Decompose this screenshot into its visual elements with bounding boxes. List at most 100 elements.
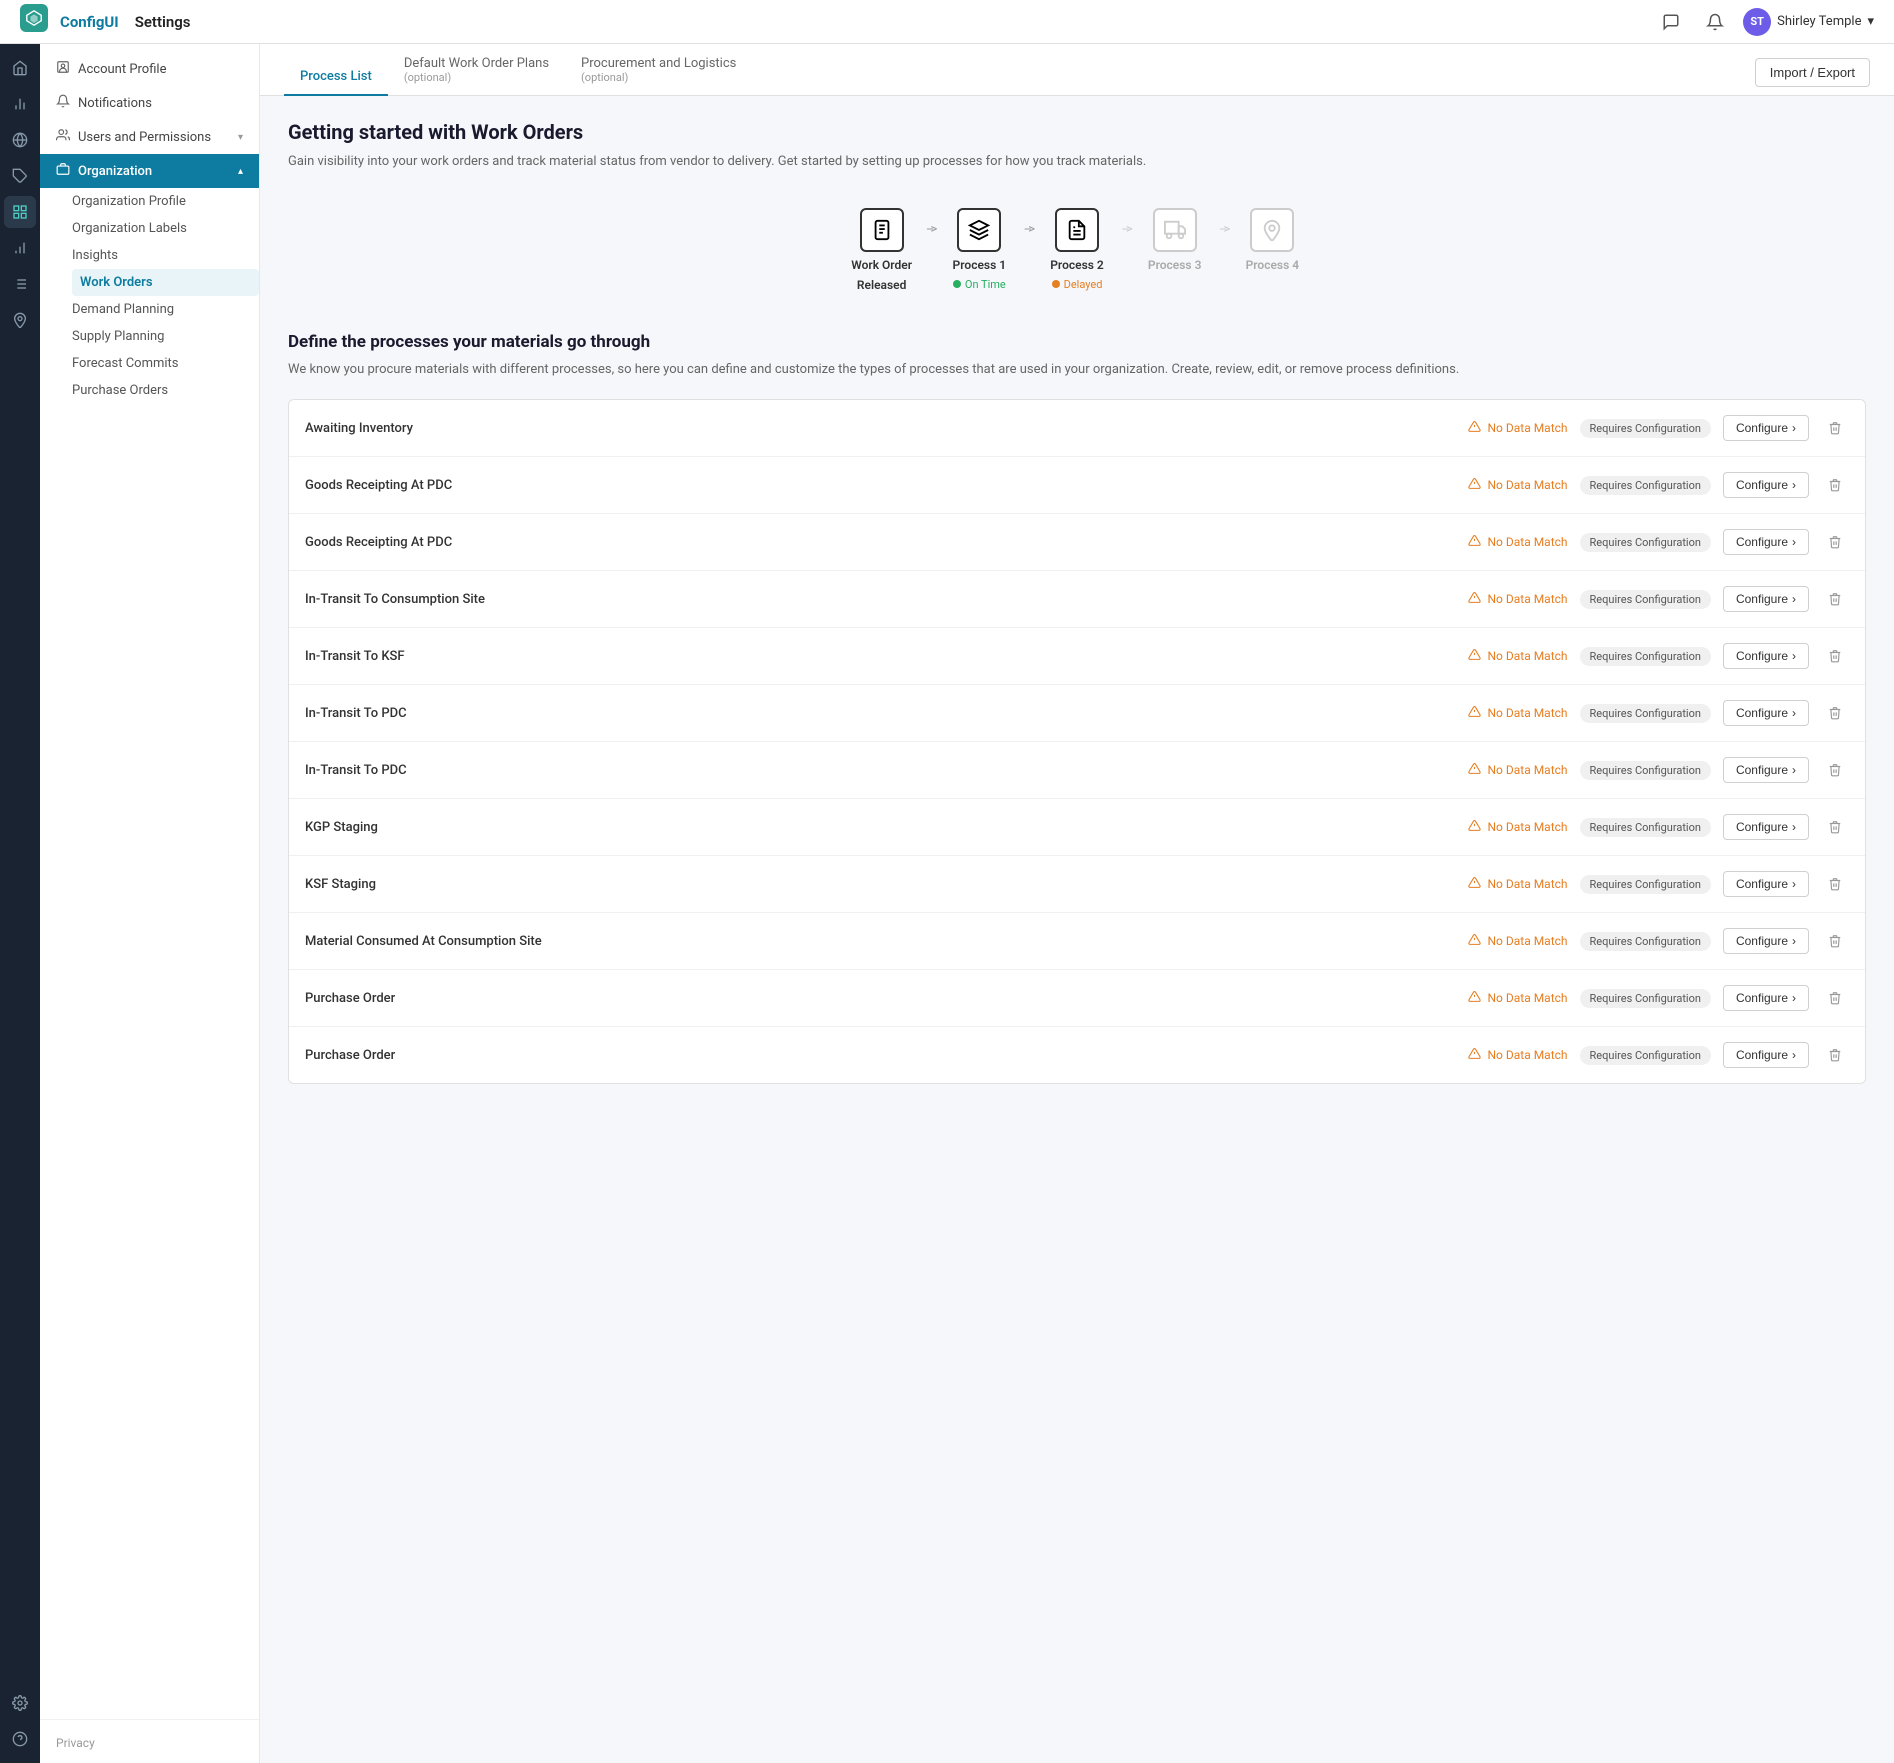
import-export-button[interactable]: Import / Export bbox=[1755, 58, 1870, 87]
sidebar: Account Profile Notifications Users and … bbox=[40, 44, 260, 1763]
warning-icon bbox=[1468, 990, 1481, 1007]
no-data-match: No Data Match bbox=[1468, 990, 1567, 1007]
warning-icon bbox=[1468, 705, 1481, 722]
user-menu[interactable]: ST Shirley Temple ▾ bbox=[1743, 8, 1874, 36]
delete-button[interactable] bbox=[1821, 756, 1849, 784]
process-2-label: Process 2 bbox=[1050, 258, 1104, 272]
sidebar-sub-supply-planning[interactable]: Supply Planning bbox=[72, 323, 259, 350]
process-list-item: In-Transit To KSF No Data Match Requires… bbox=[289, 628, 1865, 685]
sidebar-sub-org-profile[interactable]: Organization Profile bbox=[72, 188, 259, 215]
process-1-label: Process 1 bbox=[953, 258, 1007, 272]
tab-process-list[interactable]: Process List bbox=[284, 57, 388, 96]
process-list-item: KSF Staging No Data Match Requires Confi… bbox=[289, 856, 1865, 913]
tab-procurement-logistics[interactable]: Procurement and Logistics (optional) bbox=[565, 44, 752, 96]
define-processes-title: Define the processes your materials go t… bbox=[288, 332, 1866, 352]
requires-config-badge: Requires Configuration bbox=[1580, 533, 1711, 552]
requires-config-badge: Requires Configuration bbox=[1580, 818, 1711, 837]
organization-icon bbox=[56, 162, 70, 180]
status-green-dot bbox=[953, 280, 961, 288]
nav-settings-gear[interactable] bbox=[4, 1687, 36, 1719]
configure-button[interactable]: Configure › bbox=[1723, 928, 1809, 954]
delete-button[interactable] bbox=[1821, 642, 1849, 670]
sidebar-sub-demand-planning[interactable]: Demand Planning bbox=[72, 296, 259, 323]
sidebar-label-account-profile: Account Profile bbox=[78, 62, 166, 77]
nav-list[interactable] bbox=[4, 268, 36, 300]
nav-home[interactable] bbox=[4, 52, 36, 84]
process-name: Goods Receipting At PDC bbox=[305, 535, 1456, 550]
sidebar-item-account-profile[interactable]: Account Profile bbox=[40, 52, 259, 86]
configure-button[interactable]: Configure › bbox=[1723, 814, 1809, 840]
process-3-label: Process 3 bbox=[1148, 258, 1202, 272]
no-data-match: No Data Match bbox=[1468, 420, 1567, 437]
sidebar-item-organization[interactable]: Organization ▴ bbox=[40, 154, 259, 188]
nav-chart2[interactable] bbox=[4, 232, 36, 264]
process-icon-2 bbox=[1055, 208, 1099, 252]
getting-started-desc: Gain visibility into your work orders an… bbox=[288, 152, 1866, 172]
process-icon-work-order bbox=[860, 208, 904, 252]
process-icon-4 bbox=[1250, 208, 1294, 252]
process-name: KSF Staging bbox=[305, 877, 1456, 892]
configure-button[interactable]: Configure › bbox=[1723, 700, 1809, 726]
brand-name: ConfigUI bbox=[60, 13, 119, 31]
nav-globe[interactable] bbox=[4, 124, 36, 156]
configure-button[interactable]: Configure › bbox=[1723, 529, 1809, 555]
requires-config-badge: Requires Configuration bbox=[1580, 704, 1711, 723]
bell-icon[interactable] bbox=[1699, 6, 1731, 38]
process-icon-3 bbox=[1153, 208, 1197, 252]
delete-button[interactable] bbox=[1821, 870, 1849, 898]
delete-button[interactable] bbox=[1821, 414, 1849, 442]
delete-button[interactable] bbox=[1821, 585, 1849, 613]
no-data-match: No Data Match bbox=[1468, 876, 1567, 893]
requires-config-badge: Requires Configuration bbox=[1580, 1046, 1711, 1065]
nav-help[interactable] bbox=[4, 1723, 36, 1755]
delete-button[interactable] bbox=[1821, 1041, 1849, 1069]
nav-map[interactable] bbox=[4, 304, 36, 336]
delete-button[interactable] bbox=[1821, 984, 1849, 1012]
configure-chevron-icon: › bbox=[1792, 1048, 1796, 1062]
notifications-icon bbox=[56, 94, 70, 112]
sidebar-sub-forecast-commits[interactable]: Forecast Commits bbox=[72, 350, 259, 377]
sidebar-sub-insights[interactable]: Insights bbox=[72, 242, 259, 269]
warning-icon bbox=[1468, 762, 1481, 779]
process-name: Purchase Order bbox=[305, 991, 1456, 1006]
warning-icon bbox=[1468, 477, 1481, 494]
sidebar-sub-org-labels[interactable]: Organization Labels bbox=[72, 215, 259, 242]
tab-default-work-order-plans[interactable]: Default Work Order Plans (optional) bbox=[388, 44, 565, 96]
sidebar-label-notifications: Notifications bbox=[78, 96, 152, 111]
process-list-item: Material Consumed At Consumption Site No… bbox=[289, 913, 1865, 970]
configure-button[interactable]: Configure › bbox=[1723, 415, 1809, 441]
main-wrapper: Process List Default Work Order Plans (o… bbox=[260, 44, 1894, 1763]
warning-icon bbox=[1468, 420, 1481, 437]
configure-button[interactable]: Configure › bbox=[1723, 757, 1809, 783]
sidebar-item-notifications[interactable]: Notifications bbox=[40, 86, 259, 120]
warning-icon bbox=[1468, 591, 1481, 608]
no-data-match: No Data Match bbox=[1468, 762, 1567, 779]
delete-button[interactable] bbox=[1821, 471, 1849, 499]
user-chevron: ▾ bbox=[1867, 14, 1874, 29]
configure-button[interactable]: Configure › bbox=[1723, 586, 1809, 612]
icon-nav-bar bbox=[0, 44, 40, 1763]
sidebar-sub-work-orders[interactable]: Work Orders bbox=[72, 269, 259, 296]
configure-button[interactable]: Configure › bbox=[1723, 871, 1809, 897]
sidebar-item-users-permissions[interactable]: Users and Permissions ▾ bbox=[40, 120, 259, 154]
chat-icon[interactable] bbox=[1655, 6, 1687, 38]
nav-tag[interactable] bbox=[4, 160, 36, 192]
nav-settings[interactable] bbox=[4, 196, 36, 228]
process-list-container: Awaiting Inventory No Data Match Require… bbox=[288, 399, 1866, 1084]
configure-button[interactable]: Configure › bbox=[1723, 1042, 1809, 1068]
work-order-sublabel: Released bbox=[857, 278, 906, 292]
delete-button[interactable] bbox=[1821, 528, 1849, 556]
configure-button[interactable]: Configure › bbox=[1723, 643, 1809, 669]
process-node-3: Process 3 bbox=[1130, 208, 1220, 272]
process-1-status-label: On Time bbox=[965, 278, 1006, 291]
configure-button[interactable]: Configure › bbox=[1723, 472, 1809, 498]
process-1-status: On Time bbox=[953, 278, 1006, 291]
delete-button[interactable] bbox=[1821, 699, 1849, 727]
privacy-link[interactable]: Privacy bbox=[56, 1736, 95, 1750]
delete-button[interactable] bbox=[1821, 927, 1849, 955]
delete-button[interactable] bbox=[1821, 813, 1849, 841]
sidebar-sub-purchase-orders[interactable]: Purchase Orders bbox=[72, 377, 259, 404]
configure-chevron-icon: › bbox=[1792, 706, 1796, 720]
configure-button[interactable]: Configure › bbox=[1723, 985, 1809, 1011]
nav-analytics[interactable] bbox=[4, 88, 36, 120]
